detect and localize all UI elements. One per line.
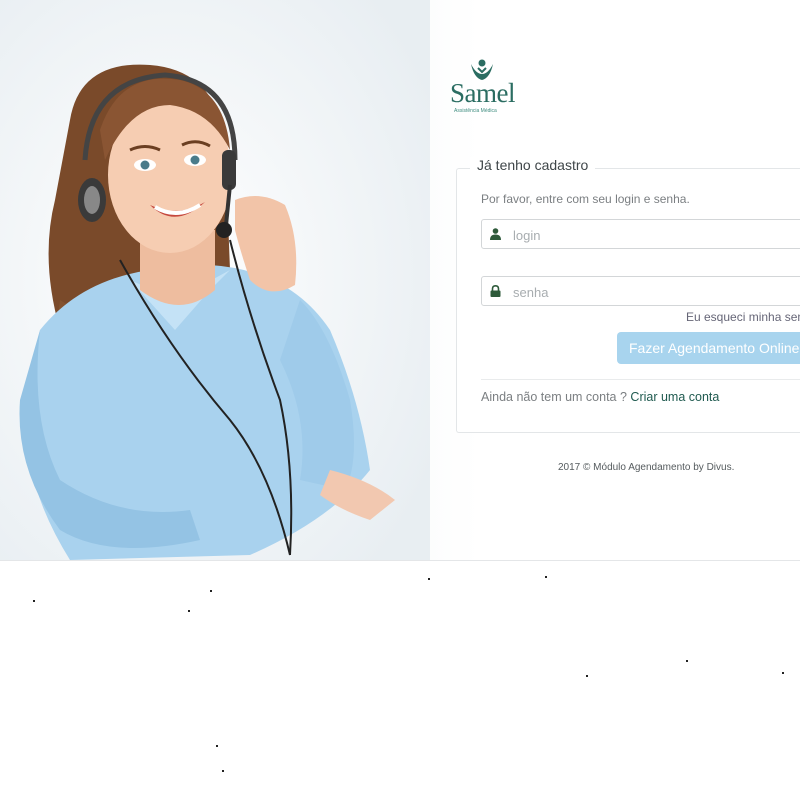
login-field[interactable] (481, 219, 800, 250)
speck (216, 745, 218, 747)
login-input[interactable] (511, 220, 800, 250)
speck (188, 610, 190, 612)
samel-logo: Samel Assistência Médica (448, 58, 528, 118)
speck (428, 578, 430, 580)
panel-divider (481, 379, 800, 380)
lock-icon (490, 285, 501, 297)
hero-section: Samel Assistência Médica Já tenho cadast… (0, 0, 800, 561)
forgot-password-link[interactable]: Eu esqueci minha sen (686, 310, 800, 324)
speck (222, 770, 224, 772)
schedule-online-button[interactable]: Fazer Agendamento Online (617, 332, 800, 364)
create-account-link[interactable]: Criar uma conta (630, 390, 719, 404)
signup-row: Ainda não tem um conta ? Criar uma conta (481, 390, 719, 404)
signup-prompt: Ainda não tem um conta ? (481, 390, 627, 404)
footer-copyright: 2017 © Módulo Agendamento by Divus. (558, 462, 735, 473)
brand-subtitle: Assistência Médica (454, 108, 497, 114)
login-instructions: Por favor, entre com seu login e senha. (481, 192, 690, 206)
speck (210, 590, 212, 592)
speck (586, 675, 588, 677)
speck (545, 576, 547, 578)
password-input[interactable] (511, 277, 800, 307)
schedule-online-button-label: Fazer Agendamento Online (629, 340, 800, 356)
speck (33, 600, 35, 602)
speck (782, 672, 784, 674)
speck (686, 660, 688, 662)
login-panel-legend: Já tenho cadastro (470, 157, 596, 173)
password-field[interactable] (481, 276, 800, 307)
user-icon (490, 228, 501, 240)
call-center-agent-photo (0, 0, 430, 560)
brand-name: Samel (450, 78, 516, 108)
